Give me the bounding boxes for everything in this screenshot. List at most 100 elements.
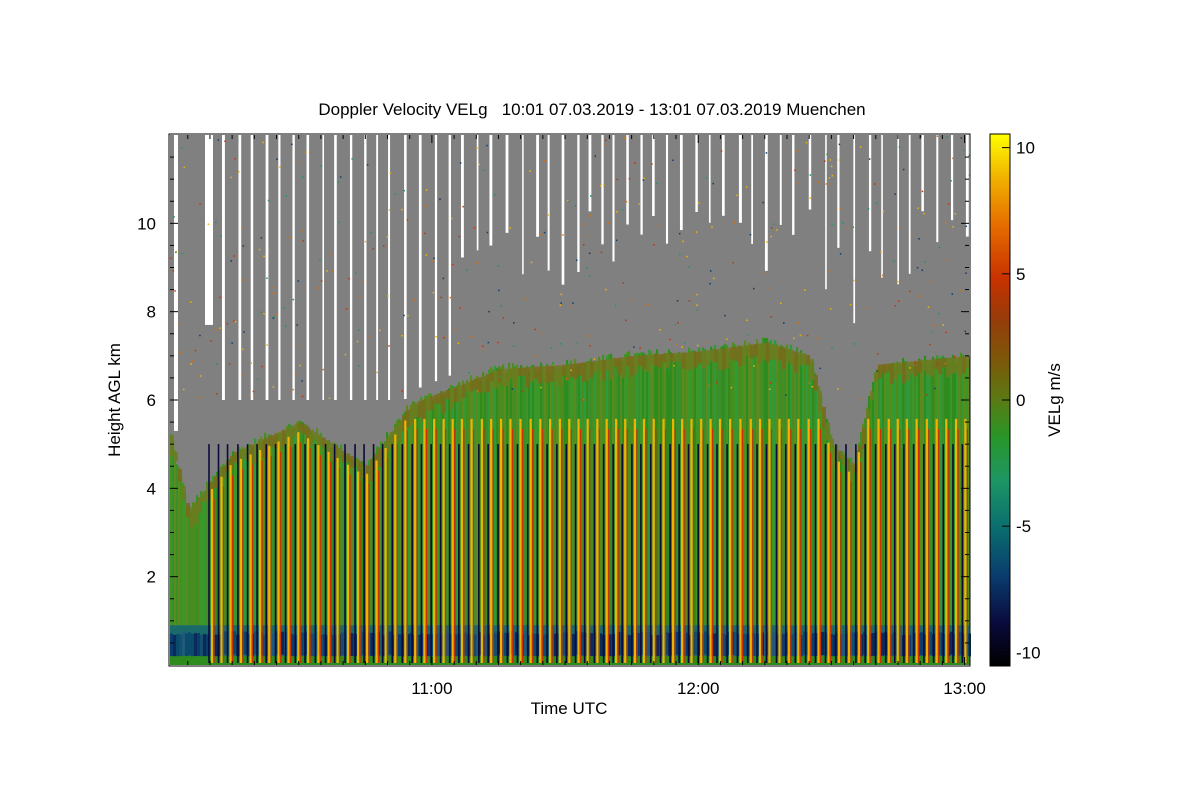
speckle [581,223,583,226]
ground-layer-cell [194,633,197,657]
band-cell [690,351,694,370]
gap-line [695,135,698,212]
speckle [795,150,797,153]
band-cell [762,342,766,360]
speckle [709,270,712,272]
band-cell [178,469,182,482]
band-cell [954,357,958,373]
speckle [944,221,946,223]
speckle [796,182,799,184]
speckle [425,189,428,191]
speckle [379,329,381,332]
band-cell [798,352,802,367]
band-cell [822,406,826,428]
band-cell [186,502,190,517]
speckle [457,342,460,344]
speckle [233,320,235,322]
speckle [630,299,633,301]
signal-column [638,353,641,665]
speckle [199,334,201,337]
signal-column [628,351,631,665]
signal-column [476,375,479,665]
speckle [928,281,931,284]
signal-column [590,358,593,665]
speckle [593,358,596,360]
speckle [301,395,304,398]
band-cell [770,344,774,360]
speckle [732,262,735,264]
speckle [285,194,288,197]
colorbar-tick-label: 10 [1016,139,1035,158]
speckle [302,240,304,242]
speckle [540,386,542,389]
gap-line [561,135,565,285]
band-cell [586,361,590,381]
plot-area [170,135,971,665]
band-cell [802,353,806,365]
signal-column [494,365,497,665]
speckle [230,176,233,179]
band-cell [946,358,950,378]
signal-column [744,340,747,665]
ground-layer-cell [734,632,737,656]
speckle [607,222,609,224]
ground-layer-cell [215,634,218,658]
speckle [482,348,485,351]
speckle [672,159,674,162]
gap-line [751,135,754,244]
speckle [653,243,655,246]
speckle [794,169,796,172]
speckle [362,281,365,283]
speckle [897,280,899,283]
gap-line [588,135,592,212]
speckle [442,277,445,280]
ground-layer-cell [455,634,458,658]
speckle [425,204,428,207]
speckle [450,217,453,220]
band-cell [790,350,794,365]
speckle [540,332,543,334]
signal-column [428,393,431,665]
gap-line [738,135,742,223]
band-cell [554,365,558,380]
speckle [839,207,842,210]
speckle [190,301,192,303]
ground-layer-cell [437,633,440,657]
speckle [305,151,307,153]
speckle [674,323,677,326]
speckle [929,343,931,346]
speckle [216,393,218,395]
signal-column [534,369,537,665]
gap-line [536,135,539,237]
gap-line [825,135,827,290]
signal-column [930,359,933,665]
speckle [388,209,391,211]
band-cell [506,368,510,386]
signal-column [734,344,737,665]
speckle [720,150,723,152]
band-cell [614,358,618,367]
speckle [403,189,405,192]
speckle [497,341,499,344]
speckle [678,232,681,235]
speckle [477,390,479,392]
speckle [581,399,583,401]
speckle [219,296,221,299]
speckle [273,316,276,318]
ground-layer-cell [272,632,275,656]
speckle [320,165,322,167]
speckle [359,296,361,298]
speckle [762,272,765,274]
speckle [241,226,243,229]
band-cell [626,356,630,367]
band-cell [606,359,610,371]
speckle [407,314,409,317]
speckle [706,341,708,344]
ground-layer-cell [743,633,746,657]
gap-line [626,135,629,225]
ground-layer-cell [572,634,575,658]
signal-column [504,373,507,665]
speckle [550,346,553,349]
band-cell [670,353,674,362]
speckle [673,364,675,367]
